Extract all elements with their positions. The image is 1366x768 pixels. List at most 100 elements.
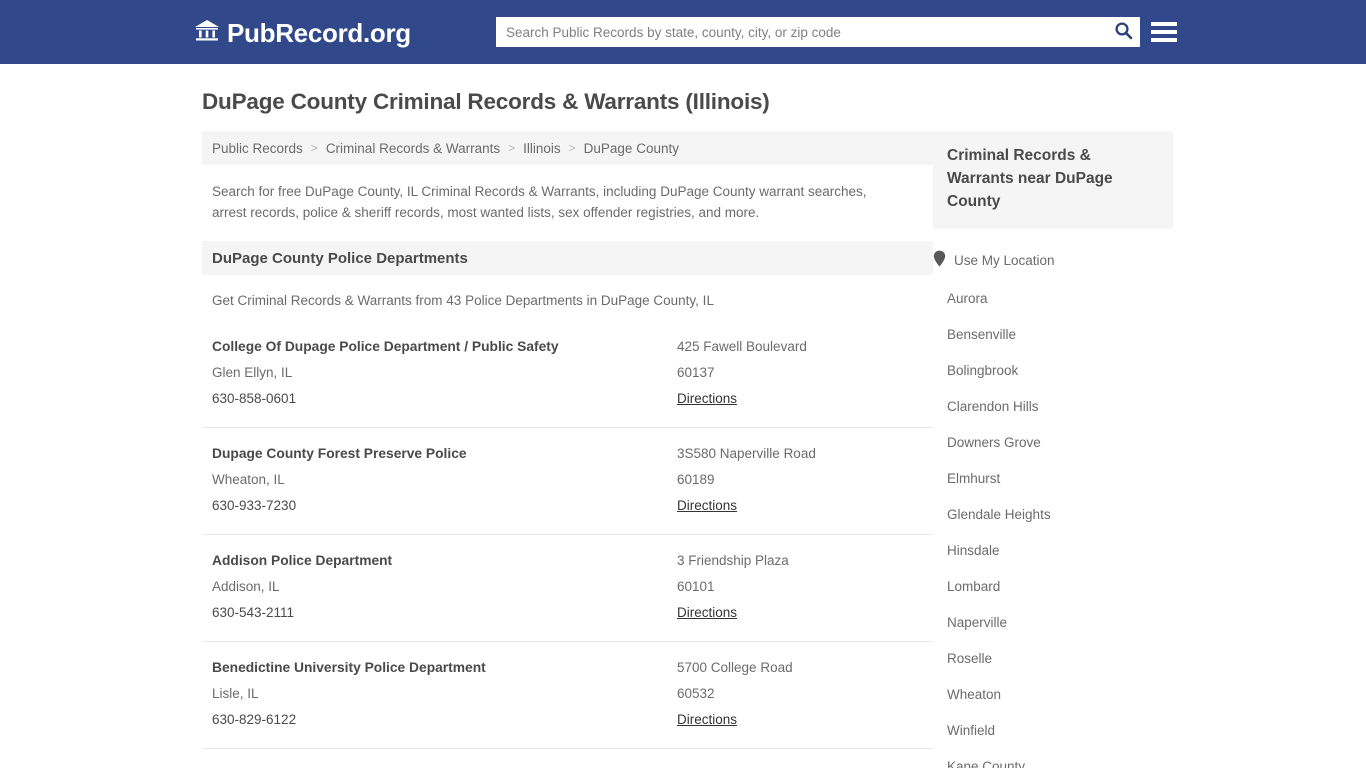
listing-left-column: College Of Dupage Police Department / Pu… [212,334,677,412]
breadcrumb-separator: > [310,141,318,155]
section-heading: DuPage County Police Departments [202,241,933,275]
page-body: DuPage County Criminal Records & Warrant… [0,89,1366,768]
sidebar-item-label: Glendale Heights [947,507,1051,522]
listing-name[interactable]: College Of Dupage Police Department / Pu… [212,334,677,360]
listing-row: Dupage County Forest Preserve Police Whe… [202,428,933,535]
main-column: Public Records > Criminal Records & Warr… [202,131,933,768]
section-subheading: Get Criminal Records & Warrants from 43 … [212,293,714,308]
directions-link[interactable]: Directions [677,493,737,519]
brand-name: PubRecord.org [227,17,411,48]
listing-phone[interactable]: 630-543-2111 [212,600,677,626]
listing-zip: 60101 [677,579,715,594]
listing-name[interactable]: Benedictine University Police Department [212,655,677,681]
listing-address: 425 Fawell Boulevard [677,339,807,354]
listing-address: 100 North Church Road [677,762,923,768]
page-title: DuPage County Criminal Records & Warrant… [202,89,770,114]
sidebar-heading-box: Criminal Records & Warrants near DuPage … [933,131,1173,229]
map-pin-icon [933,250,946,272]
breadcrumb-item-criminal-records-warrants[interactable]: Criminal Records & Warrants [326,141,500,156]
sidebar: Criminal Records & Warrants near DuPage … [933,131,1173,768]
listing-right-column: 5700 College Road 60532 Directions [677,655,923,733]
hamburger-menu-icon [1151,30,1177,34]
directions-link[interactable]: Directions [677,386,737,412]
sidebar-item-use-my-location[interactable]: Use My Location [933,241,1173,281]
listing-city: Wheaton, IL [212,472,285,487]
search-button[interactable] [1106,17,1140,47]
police-department-list: College Of Dupage Police Department / Pu… [202,321,933,768]
sidebar-item-elmhurst[interactable]: Elmhurst [933,461,1173,497]
listing-address: 3 Friendship Plaza [677,553,789,568]
sidebar-item-bolingbrook[interactable]: Bolingbrook [933,353,1173,389]
sidebar-item-clarendon-hills[interactable]: Clarendon Hills [933,389,1173,425]
breadcrumb-item-illinois[interactable]: Illinois [523,141,561,156]
two-column-layout: Public Records > Criminal Records & Warr… [194,131,1173,768]
sidebar-item-label: Naperville [947,615,1008,630]
hamburger-menu-button[interactable] [1151,19,1177,45]
sidebar-item-bensenville[interactable]: Bensenville [933,317,1173,353]
breadcrumb-separator: > [568,141,576,155]
listing-zip: 60189 [677,472,715,487]
sidebar-item-winfield[interactable]: Winfield [933,713,1173,749]
listing-address: 5700 College Road [677,660,793,675]
sidebar-item-downers-grove[interactable]: Downers Grove [933,425,1173,461]
sidebar-item-hinsdale[interactable]: Hinsdale [933,533,1173,569]
hamburger-menu-icon [1151,22,1177,26]
sidebar-item-label: Roselle [947,651,993,666]
content-container: DuPage County Criminal Records & Warrant… [193,89,1173,768]
sidebar-item-lombard[interactable]: Lombard [933,569,1173,605]
listing-city: Lisle, IL [212,686,259,701]
listing-address: 3S580 Naperville Road [677,446,816,461]
sidebar-item-label: Hinsdale [947,543,1000,558]
sidebar-item-naperville[interactable]: Naperville [933,605,1173,641]
listing-left-column: Benedictine University Police Department… [212,655,677,733]
search-input[interactable] [496,18,1106,46]
sidebar-item-label: Lombard [947,579,1001,594]
sidebar-item-label: Elmhurst [947,471,1001,486]
breadcrumb-item-public-records[interactable]: Public Records [212,141,303,156]
listing-row: Bensenville Police Department Bensenvill… [202,749,933,768]
directions-link[interactable]: Directions [677,600,737,626]
sidebar-item-label: Winfield [947,723,996,738]
search-bar [496,17,1140,47]
sidebar-item-glendale-heights[interactable]: Glendale Heights [933,497,1173,533]
listing-left-column: Dupage County Forest Preserve Police Whe… [212,441,677,519]
sidebar-item-label: Downers Grove [947,435,1041,450]
sidebar-item-label: Clarendon Hills [947,399,1039,414]
breadcrumb-item-dupage-county: DuPage County [583,140,679,156]
directions-link[interactable]: Directions [677,707,737,733]
search-icon [1114,21,1133,43]
sidebar-item-label: Bensenville [947,327,1017,342]
listing-city: Glen Ellyn, IL [212,365,293,380]
listing-phone[interactable]: 630-829-6122 [212,707,677,733]
listing-name[interactable]: Bensenville Police Department [212,762,677,768]
site-logo[interactable]: PubRecord.org [194,18,411,47]
breadcrumb: Public Records > Criminal Records & Warr… [202,131,933,165]
bank-building-icon [194,18,220,47]
listing-phone[interactable]: 630-858-0601 [212,386,677,412]
listing-row: College Of Dupage Police Department / Pu… [202,321,933,428]
sidebar-item-label: Bolingbrook [947,363,1019,378]
sidebar-item-label: Use My Location [954,253,1055,268]
sidebar-item-aurora[interactable]: Aurora [933,281,1173,317]
listing-row: Addison Police Department Addison, IL 63… [202,535,933,642]
listing-right-column: 425 Fawell Boulevard 60137 Directions [677,334,923,412]
sidebar-item-label: Wheaton [947,687,1002,702]
listing-row: Benedictine University Police Department… [202,642,933,749]
listing-name[interactable]: Dupage County Forest Preserve Police [212,441,677,467]
listing-name[interactable]: Addison Police Department [212,548,677,574]
listing-right-column: 3 Friendship Plaza 60101 Directions [677,548,923,626]
listing-zip: 60137 [677,365,715,380]
page-intro-text: Search for free DuPage County, IL Crimin… [212,184,867,220]
hamburger-menu-icon [1151,38,1177,42]
sidebar-item-label: Aurora [947,291,988,306]
sidebar-nearby-list: Use My Location Aurora Bensenville Bolin… [933,241,1173,768]
sidebar-item-label: Kane County [947,759,1026,768]
sidebar-item-wheaton[interactable]: Wheaton [933,677,1173,713]
listing-left-column: Bensenville Police Department Bensenvill… [212,762,677,768]
breadcrumb-separator: > [508,141,516,155]
listing-phone[interactable]: 630-933-7230 [212,493,677,519]
listing-right-column: 100 North Church Road 60106 Directions [677,762,923,768]
sidebar-item-roselle[interactable]: Roselle [933,641,1173,677]
site-header: PubRecord.org [0,0,1366,64]
sidebar-item-kane-county[interactable]: Kane County [933,749,1173,768]
